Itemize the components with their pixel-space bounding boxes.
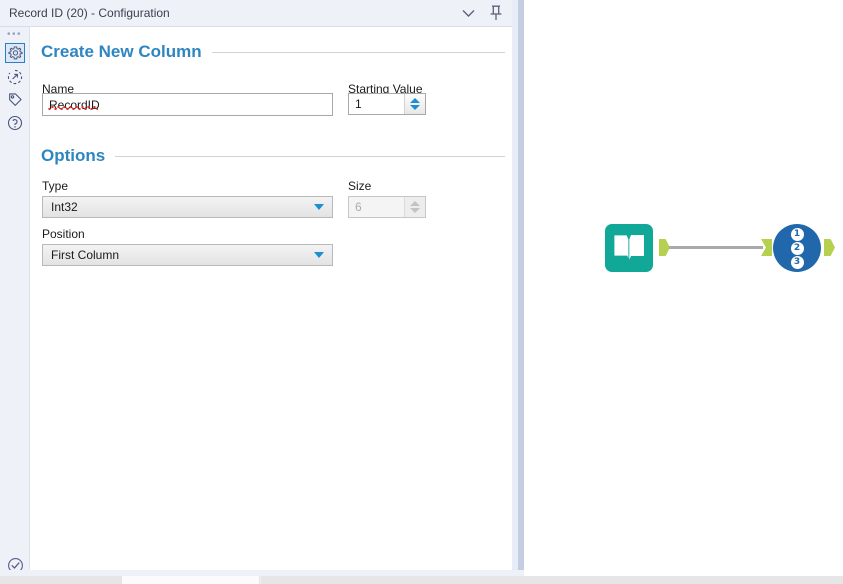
sidebar-item-labels[interactable] <box>5 90 25 110</box>
chevron-down-icon[interactable] <box>458 3 478 23</box>
type-label: Type <box>42 179 69 193</box>
question-circle-icon <box>7 115 23 131</box>
stepper-up-icon <box>410 201 420 206</box>
input-data-tile[interactable] <box>605 224 653 272</box>
horizontal-scrollbar-thumb[interactable] <box>121 576 260 584</box>
panel-icon-rail: ••• <box>0 27 30 573</box>
input-data-tool[interactable] <box>605 224 653 272</box>
book-icon <box>613 234 644 261</box>
connection-line[interactable] <box>669 246 763 249</box>
position-dropdown-value: First Column <box>51 248 120 262</box>
panel-titlebar: Record ID (20) - Configuration <box>0 0 518 27</box>
section-header-create-new-column: Create New Column <box>41 42 521 62</box>
panel-splitter[interactable] <box>518 0 524 570</box>
configuration-panel: Record ID (20) - Configuration ••• Creat… <box>0 0 518 573</box>
workflow-canvas[interactable]: 1 2 3 <box>524 0 843 584</box>
starting-value-buttons[interactable] <box>404 94 425 114</box>
number-bubble-3: 3 <box>790 255 804 269</box>
section-header-options: Options <box>41 146 521 166</box>
record-id-tile[interactable]: 1 2 3 <box>773 224 821 272</box>
horizontal-scrollbar-right[interactable] <box>261 576 843 584</box>
record-id-tool[interactable]: 1 2 3 <box>773 224 821 272</box>
section-rule <box>211 51 505 53</box>
rail-drag-handle[interactable]: ••• <box>0 30 29 40</box>
panel-title: Record ID (20) - Configuration <box>9 6 170 20</box>
sidebar-item-help[interactable] <box>5 113 25 133</box>
size-box: 6 <box>348 196 426 218</box>
number-bubble-2: 2 <box>790 241 804 255</box>
section-title: Options <box>41 146 106 165</box>
size-label: Size <box>348 179 372 193</box>
pin-icon[interactable] <box>486 3 506 23</box>
chevron-down-icon[interactable] <box>306 252 332 258</box>
numbered-list-icon: 1 2 3 <box>773 224 821 272</box>
gear-icon <box>7 45 23 59</box>
sidebar-item-configuration[interactable] <box>5 43 25 63</box>
stepper-down-icon <box>410 208 420 213</box>
chevron-down-icon[interactable] <box>306 204 332 210</box>
type-dropdown[interactable]: Int32 <box>42 196 333 218</box>
section-rule <box>115 155 505 157</box>
size-stepper: 6 <box>348 196 426 218</box>
name-input[interactable] <box>42 93 333 116</box>
number-bubble-1: 1 <box>790 227 804 241</box>
starting-value-text[interactable]: 1 <box>349 94 404 114</box>
starting-value-box[interactable]: 1 <box>348 93 426 115</box>
horizontal-scrollbar-left[interactable] <box>0 576 121 584</box>
type-dropdown-value: Int32 <box>51 200 78 214</box>
stepper-up-icon[interactable] <box>410 98 420 103</box>
position-label: Position <box>42 227 85 241</box>
position-dropdown[interactable]: First Column <box>42 244 333 266</box>
starting-value-stepper[interactable]: 1 <box>348 93 426 115</box>
tag-icon <box>9 93 22 106</box>
record-id-output-port[interactable] <box>824 239 835 256</box>
panel-content: Create New Column Name Starting Value 1 … <box>30 27 518 570</box>
sidebar-item-annotation[interactable] <box>5 67 25 87</box>
section-title: Create New Column <box>41 42 202 61</box>
size-stepper-buttons <box>404 197 425 217</box>
stepper-down-icon[interactable] <box>410 105 420 110</box>
titlebar-controls <box>458 3 506 23</box>
size-value-text: 6 <box>355 200 362 214</box>
arrow-circle-icon <box>7 69 23 85</box>
